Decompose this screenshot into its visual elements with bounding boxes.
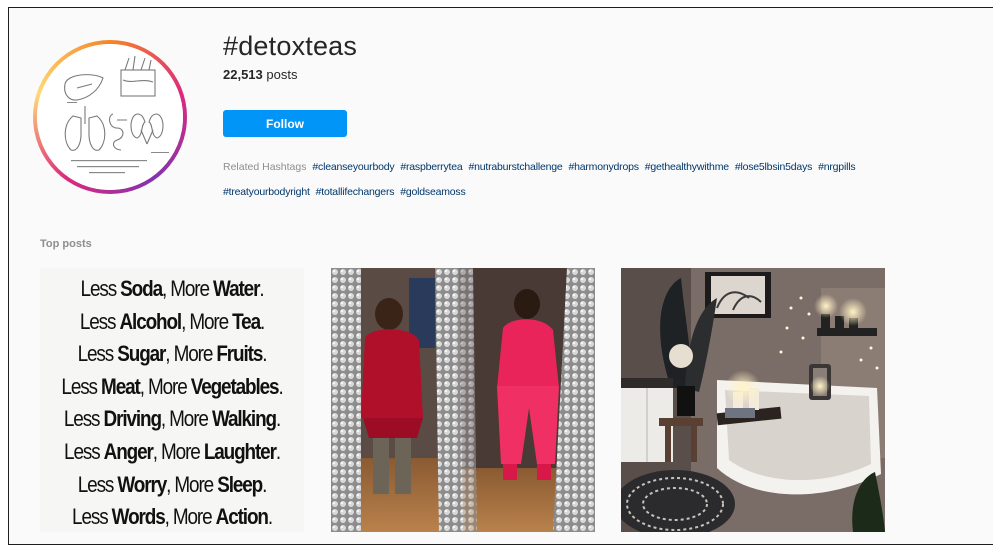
- related-hashtag-link[interactable]: #lose5lbsin5days: [735, 161, 813, 173]
- quote-line: Less Driving, More Walking.: [63, 406, 281, 432]
- related-hashtag-link[interactable]: #treatyourbodyright: [223, 186, 310, 198]
- quote-line: Less Meat, More Vegetables.: [61, 373, 283, 399]
- hashtag-avatar: [37, 44, 183, 190]
- quote-text: Less Soda, More Water. Less Alcohol, Mor…: [40, 273, 304, 532]
- quote-line: Less Alcohol, More Tea.: [79, 308, 265, 334]
- related-hashtags: Related Hashtags #cleanseyourbody #raspb…: [223, 155, 993, 205]
- detox-organs-drawing: [37, 44, 183, 190]
- quote-line: Less Words, More Action.: [72, 504, 273, 530]
- related-hashtag-link[interactable]: #cleanseyourbody: [312, 161, 394, 173]
- quote-line: Less Sugar, More Fruits.: [77, 341, 268, 367]
- related-hashtag-link[interactable]: #harmonydrops: [568, 161, 639, 173]
- related-hashtag-link[interactable]: #nutraburstchallenge: [468, 161, 562, 173]
- post-count-suffix: posts: [262, 67, 298, 82]
- follow-button[interactable]: Follow: [223, 110, 347, 137]
- related-hashtags-label: Related Hashtags: [223, 161, 307, 173]
- quote-line: Less Anger, More Laughter.: [64, 438, 281, 464]
- post-count: 22,513 posts: [223, 67, 297, 82]
- page-title: #detoxteas: [223, 31, 358, 61]
- quote-line: Less Worry, More Sleep.: [77, 471, 268, 497]
- post-count-value: 22,513: [223, 67, 263, 82]
- bathroom-image: [621, 268, 885, 532]
- related-hashtag-link[interactable]: #gethealthywithme: [645, 161, 729, 173]
- related-hashtag-link[interactable]: #goldseamoss: [400, 186, 466, 198]
- top-posts-label: Top posts: [40, 238, 92, 250]
- top-post-bathroom[interactable]: [621, 268, 885, 532]
- top-post-quote[interactable]: Less Soda, More Water. Less Alcohol, Mor…: [40, 268, 304, 532]
- related-hashtag-link[interactable]: #totallifechangers: [316, 186, 395, 198]
- quote-line: Less Soda, More Water.: [80, 276, 265, 301]
- top-post-mirror-selfie[interactable]: [331, 268, 595, 532]
- related-hashtag-link[interactable]: #nrgpills: [818, 161, 856, 173]
- mirror-selfie-image: [331, 268, 595, 532]
- related-hashtag-link[interactable]: #raspberrytea: [400, 161, 462, 173]
- hashtag-avatar-ring[interactable]: [33, 40, 187, 194]
